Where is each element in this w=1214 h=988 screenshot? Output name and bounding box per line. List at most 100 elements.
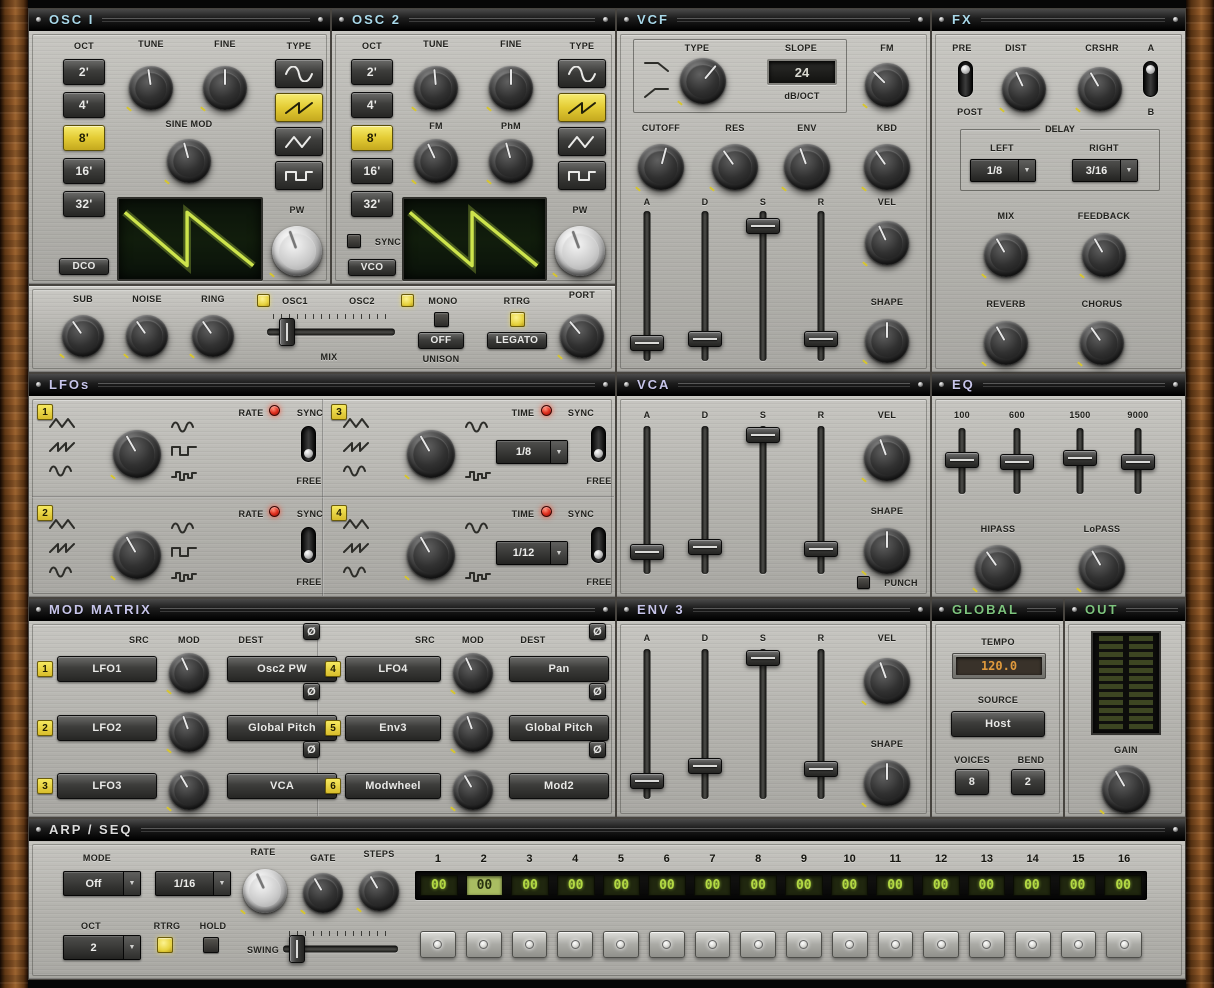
step-button[interactable] [695, 931, 731, 958]
chorus-knob[interactable] [1080, 321, 1124, 365]
osc2-fm-knob[interactable] [414, 139, 458, 183]
mod-src-button[interactable]: Env3 [345, 715, 441, 741]
osc2-wave-sine-button[interactable] [558, 59, 606, 88]
mod-amount-knob[interactable] [453, 770, 493, 810]
vcf-sustain-slider[interactable] [745, 211, 781, 361]
step-value-display[interactable]: 00 [831, 875, 869, 896]
cutoff-knob[interactable] [638, 144, 684, 190]
vca-attack-slider[interactable] [629, 426, 665, 574]
eq-band-1500-slider[interactable] [1062, 428, 1098, 494]
bend-value-button[interactable]: 2 [1011, 769, 1045, 795]
mod-src-button[interactable]: LFO4 [345, 656, 441, 682]
vcf-attack-slider[interactable] [629, 211, 665, 361]
feedback-knob[interactable] [1082, 233, 1126, 277]
crusher-ab-toggle[interactable] [1143, 61, 1158, 97]
portamento-knob[interactable] [560, 314, 604, 358]
step-button[interactable] [969, 931, 1005, 958]
reverb-knob[interactable] [984, 321, 1028, 365]
step-button[interactable] [832, 931, 868, 958]
osc2-wave-saw-button[interactable] [558, 93, 606, 122]
filter-type-knob[interactable] [680, 58, 726, 104]
steps-knob[interactable] [359, 871, 399, 911]
mod-dest-button[interactable]: Global Pitch [227, 715, 337, 741]
step-value-display[interactable]: 00 [511, 875, 549, 896]
clock-source-button[interactable]: Host [951, 711, 1045, 737]
mod-src-button[interactable]: LFO1 [57, 656, 157, 682]
delay-mix-knob[interactable] [984, 233, 1028, 277]
invert-button[interactable]: Ø [589, 741, 606, 758]
step-button[interactable] [1061, 931, 1097, 958]
punch-toggle[interactable] [857, 576, 870, 589]
mod-dest-button[interactable]: Mod2 [509, 773, 609, 799]
voices-value-button[interactable]: 8 [955, 769, 989, 795]
step-button[interactable] [557, 931, 593, 958]
hold-button[interactable] [203, 937, 219, 953]
kbd-track-knob[interactable] [864, 144, 910, 190]
sub-knob[interactable] [62, 315, 104, 357]
osc1-fine-knob[interactable] [203, 66, 247, 110]
step-value-display[interactable]: 00 [1013, 875, 1051, 896]
osc1-enable-button[interactable] [257, 294, 270, 307]
env3-release-slider[interactable] [803, 649, 839, 799]
lfo4-time-select[interactable]: 1/12▼ [496, 541, 568, 565]
mod-dest-button[interactable]: Pan [509, 656, 609, 682]
env3-velocity-knob[interactable] [864, 658, 910, 704]
step-value-display[interactable]: 00 [648, 875, 686, 896]
env3-sustain-slider[interactable] [745, 649, 781, 799]
step-button[interactable] [786, 931, 822, 958]
noise-knob[interactable] [126, 315, 168, 357]
osc1-tune-knob[interactable] [129, 66, 173, 110]
step-value-display[interactable]: 00 [420, 875, 458, 896]
step-button[interactable] [603, 931, 639, 958]
vcf-decay-slider[interactable] [687, 211, 723, 361]
filter-fm-knob[interactable] [865, 63, 909, 107]
mod-amount-knob[interactable] [453, 712, 493, 752]
invert-button[interactable]: Ø [303, 741, 320, 758]
osc1-oct-32-button[interactable]: 32' [63, 191, 105, 217]
slope-display[interactable]: 24 [767, 59, 837, 85]
eq-band-9000-slider[interactable] [1120, 428, 1156, 494]
vca-decay-slider[interactable] [687, 426, 723, 574]
osc1-wave-saw-button[interactable] [275, 93, 323, 122]
osc2-phm-knob[interactable] [489, 139, 533, 183]
eq-band-100-slider[interactable] [944, 428, 980, 494]
dist-prepost-toggle[interactable] [958, 61, 973, 97]
vco-button[interactable]: VCO [348, 259, 396, 276]
step-button[interactable] [466, 931, 502, 958]
step-value-display[interactable]: 00 [557, 875, 595, 896]
mod-dest-button[interactable]: Global Pitch [509, 715, 609, 741]
step-button[interactable] [740, 931, 776, 958]
lopass-knob[interactable] [1079, 545, 1125, 591]
env3-attack-slider[interactable] [629, 649, 665, 799]
retrigger-button[interactable] [510, 312, 525, 327]
step-button[interactable] [923, 931, 959, 958]
osc2-oct-4-button[interactable]: 4' [351, 92, 393, 118]
osc2-oct-16-button[interactable]: 16' [351, 158, 393, 184]
gate-knob[interactable] [303, 873, 343, 913]
arp-rate-select[interactable]: 1/16▼ [155, 871, 231, 896]
invert-button[interactable]: Ø [589, 683, 606, 700]
mod-amount-knob[interactable] [169, 770, 209, 810]
osc2-oct-2-button[interactable]: 2' [351, 59, 393, 85]
lfo2-free-toggle[interactable] [301, 527, 316, 563]
arp-mode-select[interactable]: Off▼ [63, 871, 141, 896]
vcf-velocity-knob[interactable] [865, 221, 909, 265]
gain-knob[interactable] [1102, 765, 1150, 813]
vcf-release-slider[interactable] [803, 211, 839, 361]
arp-retrigger-button[interactable] [157, 937, 173, 953]
step-button[interactable] [512, 931, 548, 958]
hipass-knob[interactable] [975, 545, 1021, 591]
step-value-display[interactable]: 00 [1059, 875, 1097, 896]
dco-button[interactable]: DCO [59, 258, 109, 275]
env3-shape-knob[interactable] [864, 760, 910, 806]
invert-button[interactable]: Ø [589, 623, 606, 640]
step-button[interactable] [420, 931, 456, 958]
step-button[interactable] [649, 931, 685, 958]
mod-src-button[interactable]: LFO3 [57, 773, 157, 799]
unison-off-button[interactable]: OFF [418, 332, 464, 349]
step-button[interactable] [1106, 931, 1142, 958]
step-value-display[interactable]: 00 [739, 875, 777, 896]
invert-button[interactable]: Ø [303, 623, 320, 640]
mod-dest-button[interactable]: Osc2 PW [227, 656, 337, 682]
osc2-sync-toggle[interactable] [347, 234, 361, 248]
